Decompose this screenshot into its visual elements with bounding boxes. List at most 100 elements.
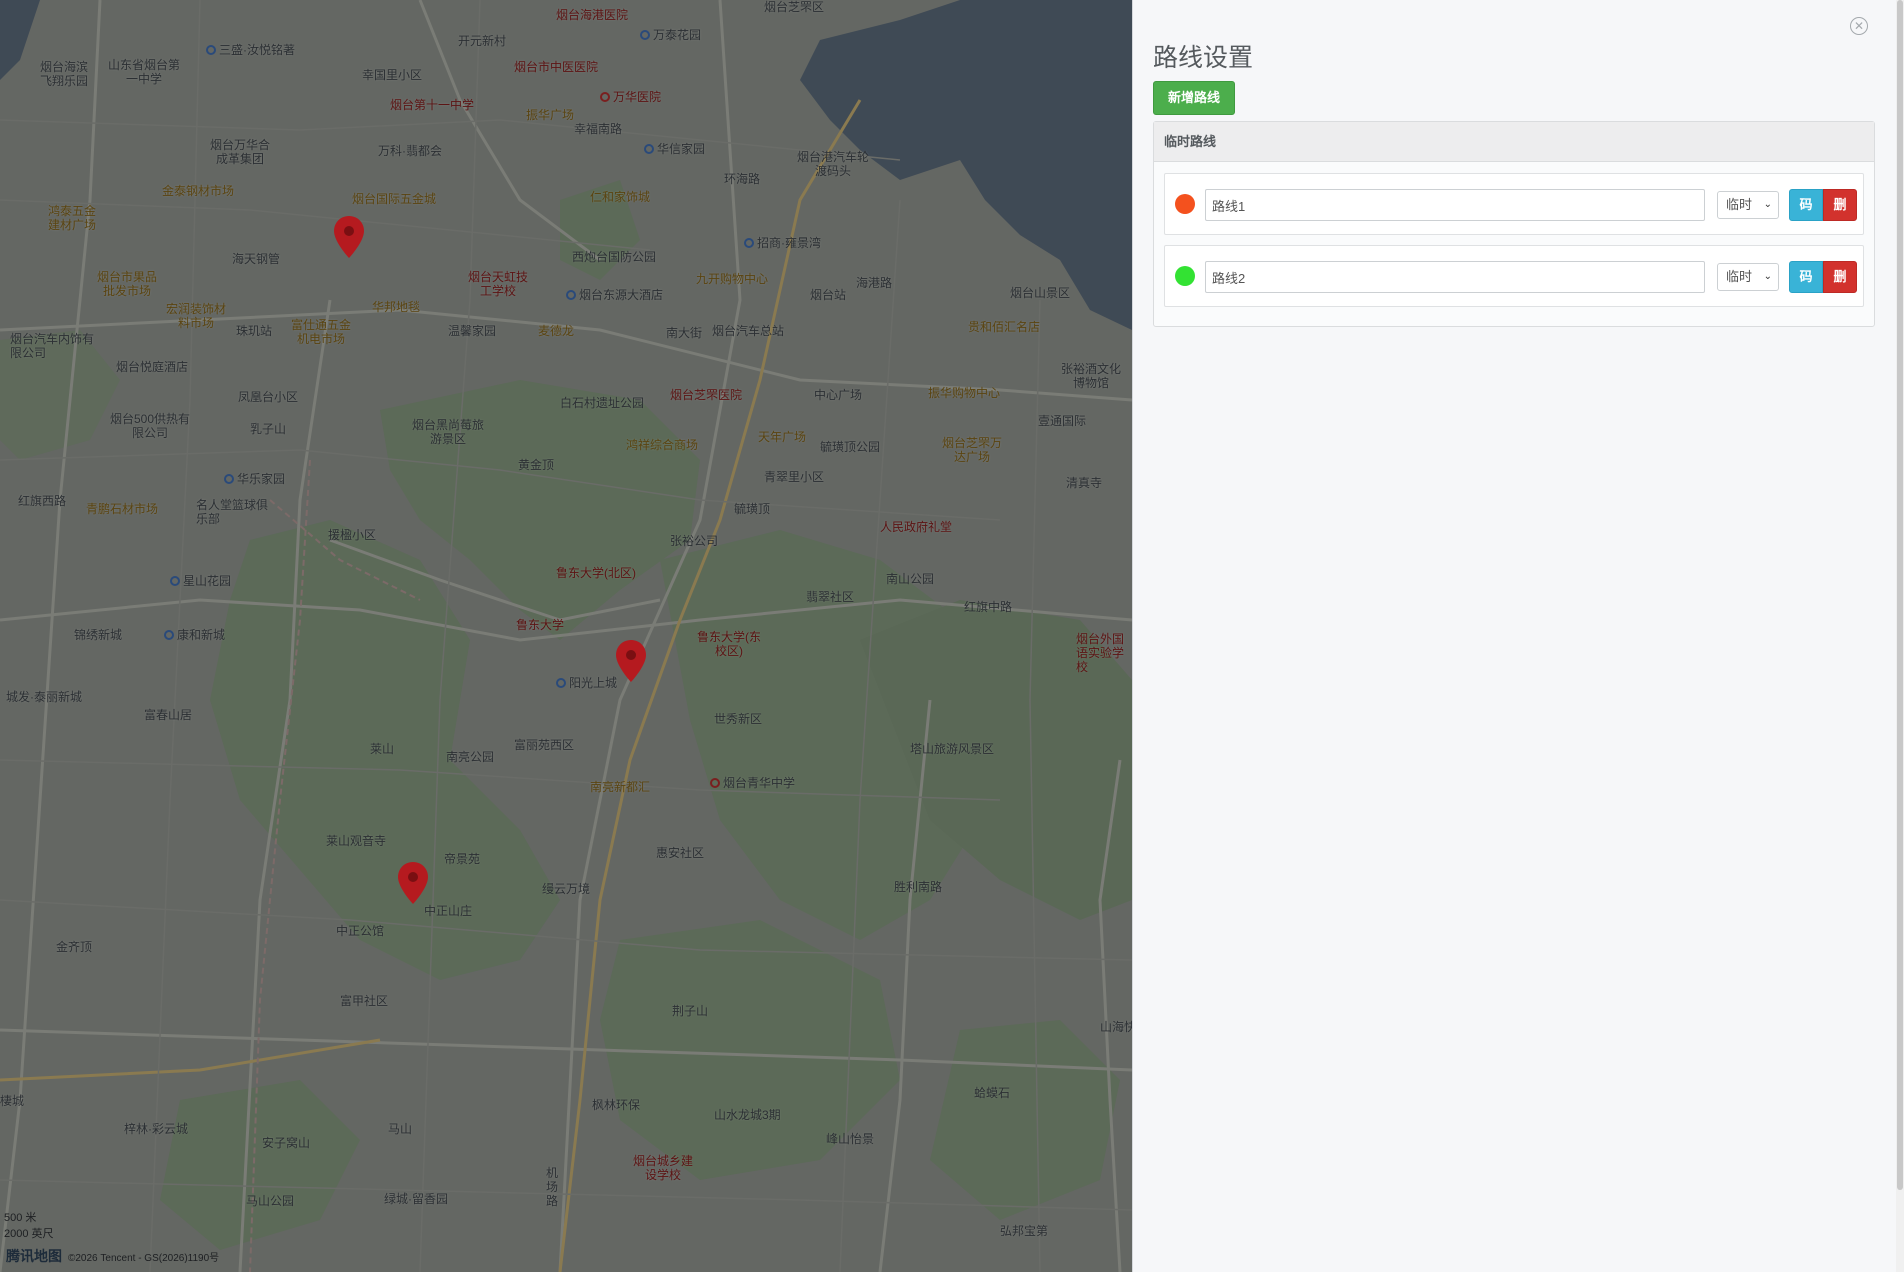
map-poi-label[interactable]: 烟台海港医院 bbox=[556, 8, 628, 22]
map-poi-label[interactable]: 万华医院 bbox=[600, 90, 661, 104]
map-poi-label[interactable]: 西炮台国防公园 bbox=[572, 250, 656, 264]
map-poi-label[interactable]: 缦云万境 bbox=[542, 882, 590, 896]
map-poi-label[interactable]: 阳光上城 bbox=[556, 676, 617, 690]
map-poi-label[interactable]: 机场路 bbox=[546, 1166, 560, 1208]
map-poi-label[interactable]: 九开购物中心 bbox=[696, 272, 768, 286]
map-poi-label[interactable]: 鲁东大学 bbox=[516, 618, 564, 632]
map-poi-label[interactable]: 毓璜顶公园 bbox=[820, 440, 880, 454]
map-poi-label[interactable]: 锦绣新城 bbox=[74, 628, 122, 642]
map-poi-label[interactable]: 华邦地毯 bbox=[372, 300, 420, 314]
map-poi-label[interactable]: 凤凰台小区 bbox=[238, 390, 298, 404]
map-poi-label[interactable]: 海港路 bbox=[856, 276, 892, 290]
map-poi-label[interactable]: 烟台城乡建设学校 bbox=[628, 1154, 698, 1182]
map-marker-icon[interactable] bbox=[614, 638, 648, 684]
map-poi-label[interactable]: 山东省烟台第一中学 bbox=[108, 58, 180, 86]
map-poi-label[interactable]: 马山 bbox=[388, 1122, 412, 1136]
map-poi-label[interactable]: 烟台站 bbox=[810, 288, 846, 302]
map-poi-label[interactable]: 烟台国际五金城 bbox=[352, 192, 436, 206]
map-poi-label[interactable]: 烟台芝罘医院 bbox=[670, 388, 742, 402]
map-poi-label[interactable]: 三盛·汝悦铭著 bbox=[206, 43, 295, 57]
map-poi-label[interactable]: 万科·翡都会 bbox=[378, 144, 442, 158]
map-poi-label[interactable]: 烟台海滨飞翔乐园 bbox=[36, 60, 92, 88]
map-poi-label[interactable]: 烟台黑尚莓旅游景区 bbox=[412, 418, 484, 446]
map-poi-label[interactable]: 壹通国际 bbox=[1038, 414, 1086, 428]
map-poi-label[interactable]: 麦德龙 bbox=[538, 324, 574, 338]
map-poi-label[interactable]: 烟台市果品批发市场 bbox=[92, 270, 162, 298]
map-poi-label[interactable]: 山海快速路 bbox=[1100, 1020, 1132, 1034]
map-poi-label[interactable]: 名人堂篮球俱乐部 bbox=[196, 498, 268, 526]
map-poi-label[interactable]: 天年广场 bbox=[758, 430, 806, 444]
scrollbar-thumb[interactable] bbox=[1897, 0, 1903, 1190]
map-poi-label[interactable]: 峰山怡景 bbox=[826, 1132, 874, 1146]
map-poi-label[interactable]: 宏润装饰材料市场 bbox=[166, 302, 226, 330]
route-type-select[interactable]: 临时 ⌄ bbox=[1717, 263, 1779, 291]
map-poi-label[interactable]: 棲城 bbox=[0, 1094, 24, 1108]
map-poi-label[interactable]: 仁和家饰城 bbox=[590, 190, 650, 204]
map-poi-label[interactable]: 鲁东大学(北区) bbox=[556, 566, 636, 580]
map-poi-label[interactable]: 山水龙城3期 bbox=[714, 1108, 781, 1122]
map-poi-label[interactable]: 烟台500供热有限公司 bbox=[106, 412, 194, 440]
map-poi-label[interactable]: 清真寺 bbox=[1066, 476, 1102, 490]
map-poi-label[interactable]: 富仕通五金机电市场 bbox=[286, 318, 356, 346]
map-poi-label[interactable]: 烟台第十一中学 bbox=[390, 98, 474, 112]
map-poi-label[interactable]: 毓璜顶 bbox=[734, 502, 770, 516]
map-poi-label[interactable]: 荆子山 bbox=[672, 1004, 708, 1018]
map-poi-label[interactable]: 乳子山 bbox=[250, 422, 286, 436]
map-poi-label[interactable]: 世秀新区 bbox=[714, 712, 762, 726]
map-poi-label[interactable]: 红旗中路 bbox=[964, 600, 1012, 614]
map-poi-label[interactable]: 莱山观音寺 bbox=[326, 834, 386, 848]
map-poi-label[interactable]: 星山花园 bbox=[170, 574, 231, 588]
map-poi-label[interactable]: 烟台青华中学 bbox=[710, 776, 795, 790]
map-poi-label[interactable]: 招商·雍景湾 bbox=[744, 236, 821, 250]
map-poi-label[interactable]: 烟台山景区 bbox=[1010, 286, 1070, 300]
map-poi-label[interactable]: 鲁东大学(东校区) bbox=[694, 630, 764, 658]
map-poi-label[interactable]: 帝景苑 bbox=[444, 852, 480, 866]
map-poi-label[interactable]: 万泰花园 bbox=[640, 28, 701, 42]
map-poi-label[interactable]: 环海路 bbox=[724, 172, 760, 186]
map-poi-label[interactable]: 开元新村 bbox=[458, 34, 506, 48]
map-poi-label[interactable]: 烟台外国语实验学校 bbox=[1076, 632, 1132, 674]
map-poi-label[interactable]: 青鹏石材市场 bbox=[86, 502, 158, 516]
map-poi-label[interactable]: 青翠里小区 bbox=[764, 470, 824, 484]
map-marker-icon[interactable] bbox=[396, 860, 430, 906]
map-poi-label[interactable]: 富甲社区 bbox=[340, 994, 388, 1008]
map-poi-label[interactable]: 南大街 bbox=[666, 326, 702, 340]
map-poi-label[interactable]: 马山公园 bbox=[246, 1194, 294, 1208]
map-poi-label[interactable]: 烟台万华合成革集团 bbox=[208, 138, 272, 166]
route-delete-button[interactable]: 删 bbox=[1823, 189, 1857, 221]
map-poi-label[interactable]: 幸福南路 bbox=[574, 122, 622, 136]
map-poi-label[interactable]: 烟台汽车总站 bbox=[712, 324, 784, 338]
map-poi-label[interactable]: 中心广场 bbox=[814, 388, 862, 402]
map-poi-label[interactable]: 烟台市中医医院 bbox=[514, 60, 598, 74]
map-poi-label[interactable]: 烟台港汽车轮渡码头 bbox=[794, 150, 872, 178]
map-poi-label[interactable]: 南亮新都汇 bbox=[590, 780, 650, 794]
map-poi-label[interactable]: 烟台汽车内饰有限公司 bbox=[10, 332, 96, 360]
map-poi-label[interactable]: 华乐家园 bbox=[224, 472, 285, 486]
map-poi-label[interactable]: 康和新城 bbox=[164, 628, 225, 642]
close-icon[interactable]: ✕ bbox=[1850, 17, 1868, 35]
map-poi-label[interactable]: 人民政府礼堂 bbox=[880, 520, 952, 534]
map-poi-label[interactable]: 烟台天虹技工学校 bbox=[466, 270, 530, 298]
map-poi-label[interactable]: 中正山庄 bbox=[424, 904, 472, 918]
map-poi-label[interactable]: 白石村遗址公园 bbox=[560, 396, 644, 410]
route-color-swatch[interactable] bbox=[1175, 194, 1195, 214]
map-poi-label[interactable]: 南亮公园 bbox=[446, 750, 494, 764]
map-poi-label[interactable]: 振华广场 bbox=[526, 108, 574, 122]
map-poi-label[interactable]: 弘邦宝第 bbox=[1000, 1224, 1048, 1238]
route-name-input[interactable] bbox=[1205, 261, 1705, 293]
map-poi-label[interactable]: 富春山居 bbox=[144, 708, 192, 722]
map-poi-label[interactable]: 塔山旅游风景区 bbox=[910, 742, 994, 756]
map-poi-label[interactable]: 贵和佰汇名店 bbox=[968, 320, 1040, 334]
map-poi-label[interactable]: 绿城·留香园 bbox=[384, 1192, 448, 1206]
map-poi-label[interactable]: 张裕公司 bbox=[670, 534, 718, 548]
map-poi-label[interactable]: 华信家园 bbox=[644, 142, 705, 156]
map-poi-label[interactable]: 温馨家园 bbox=[448, 324, 496, 338]
map-poi-label[interactable]: 张裕酒文化博物馆 bbox=[1058, 362, 1124, 390]
map-poi-label[interactable]: 惠安社区 bbox=[656, 846, 704, 860]
map-poi-label[interactable]: 金齐顶 bbox=[56, 940, 92, 954]
route-delete-button[interactable]: 删 bbox=[1823, 261, 1857, 293]
map-poi-label[interactable]: 援楹小区 bbox=[328, 528, 376, 542]
panel-scrollbar[interactable] bbox=[1896, 0, 1904, 1272]
route-type-select[interactable]: 临时 ⌄ bbox=[1717, 191, 1779, 219]
map-poi-label[interactable]: 振华购物中心 bbox=[928, 386, 1000, 400]
